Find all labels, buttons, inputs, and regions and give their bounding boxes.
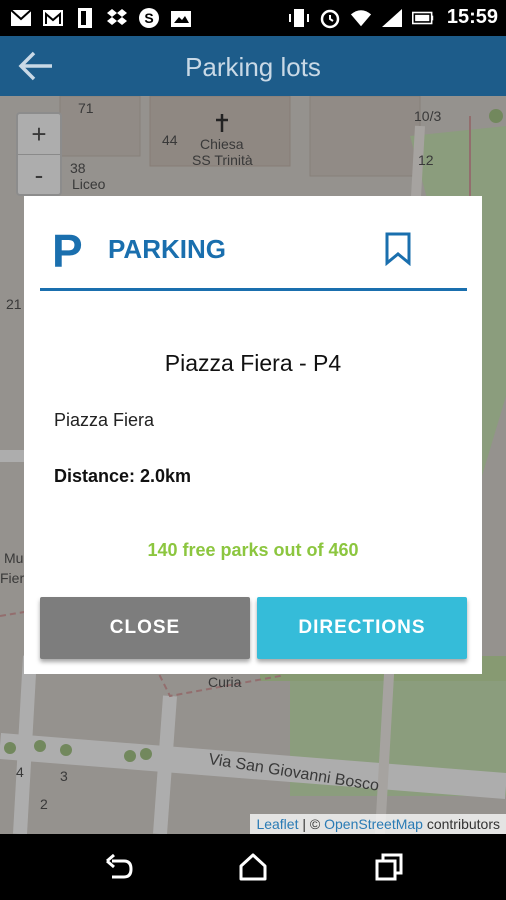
mail-icon (10, 7, 32, 29)
parking-distance: Distance: 2.0km (54, 466, 192, 486)
bookmark-icon[interactable] (384, 232, 412, 267)
clock: 15:59 (446, 6, 498, 28)
leaflet-link[interactable]: Leaflet (256, 816, 298, 832)
battery-icon (411, 7, 434, 29)
dropbox-icon (106, 7, 128, 29)
osm-link[interactable]: OpenStreetMap (324, 816, 423, 832)
directions-button[interactable]: DIRECTIONS (257, 597, 467, 659)
home-icon[interactable] (238, 852, 268, 882)
back-icon[interactable] (104, 852, 134, 882)
parking-icon: P (52, 225, 83, 277)
app-bar: Parking lots (0, 36, 506, 96)
recents-icon[interactable] (374, 852, 404, 882)
dialog-title: PARKING (108, 234, 226, 264)
attribution-separator: | © (298, 816, 325, 832)
gallery-icon (170, 7, 192, 29)
parking-address: Piazza Fiera (54, 410, 155, 430)
notification-icons: S (10, 7, 192, 29)
skype-icon: S (138, 7, 160, 29)
signal-icon (381, 7, 403, 29)
phone-icon (74, 7, 96, 29)
alarm-icon (319, 7, 341, 29)
close-button[interactable]: CLOSE (40, 597, 250, 659)
parking-name: Piazza Fiera - P4 (164, 350, 342, 376)
parking-dialog: P PARKING Piazza Fiera - P4 Piazza Fiera… (24, 196, 482, 674)
vibrate-icon (288, 7, 310, 29)
wifi-icon (350, 7, 372, 29)
map-attribution: Leaflet | © OpenStreetMap contributors (250, 814, 506, 834)
title-divider (40, 288, 467, 291)
parking-availability: 140 free parks out of 460 (147, 540, 359, 560)
svg-text:S: S (144, 10, 153, 26)
status-bar: S 15:59 (0, 0, 506, 36)
attribution-contributors: contributors (422, 816, 500, 832)
page-title: Parking lots (185, 52, 321, 82)
system-icons: 15:59 (288, 6, 498, 29)
navigation-bar (0, 834, 506, 900)
gmail-icon (42, 7, 64, 29)
